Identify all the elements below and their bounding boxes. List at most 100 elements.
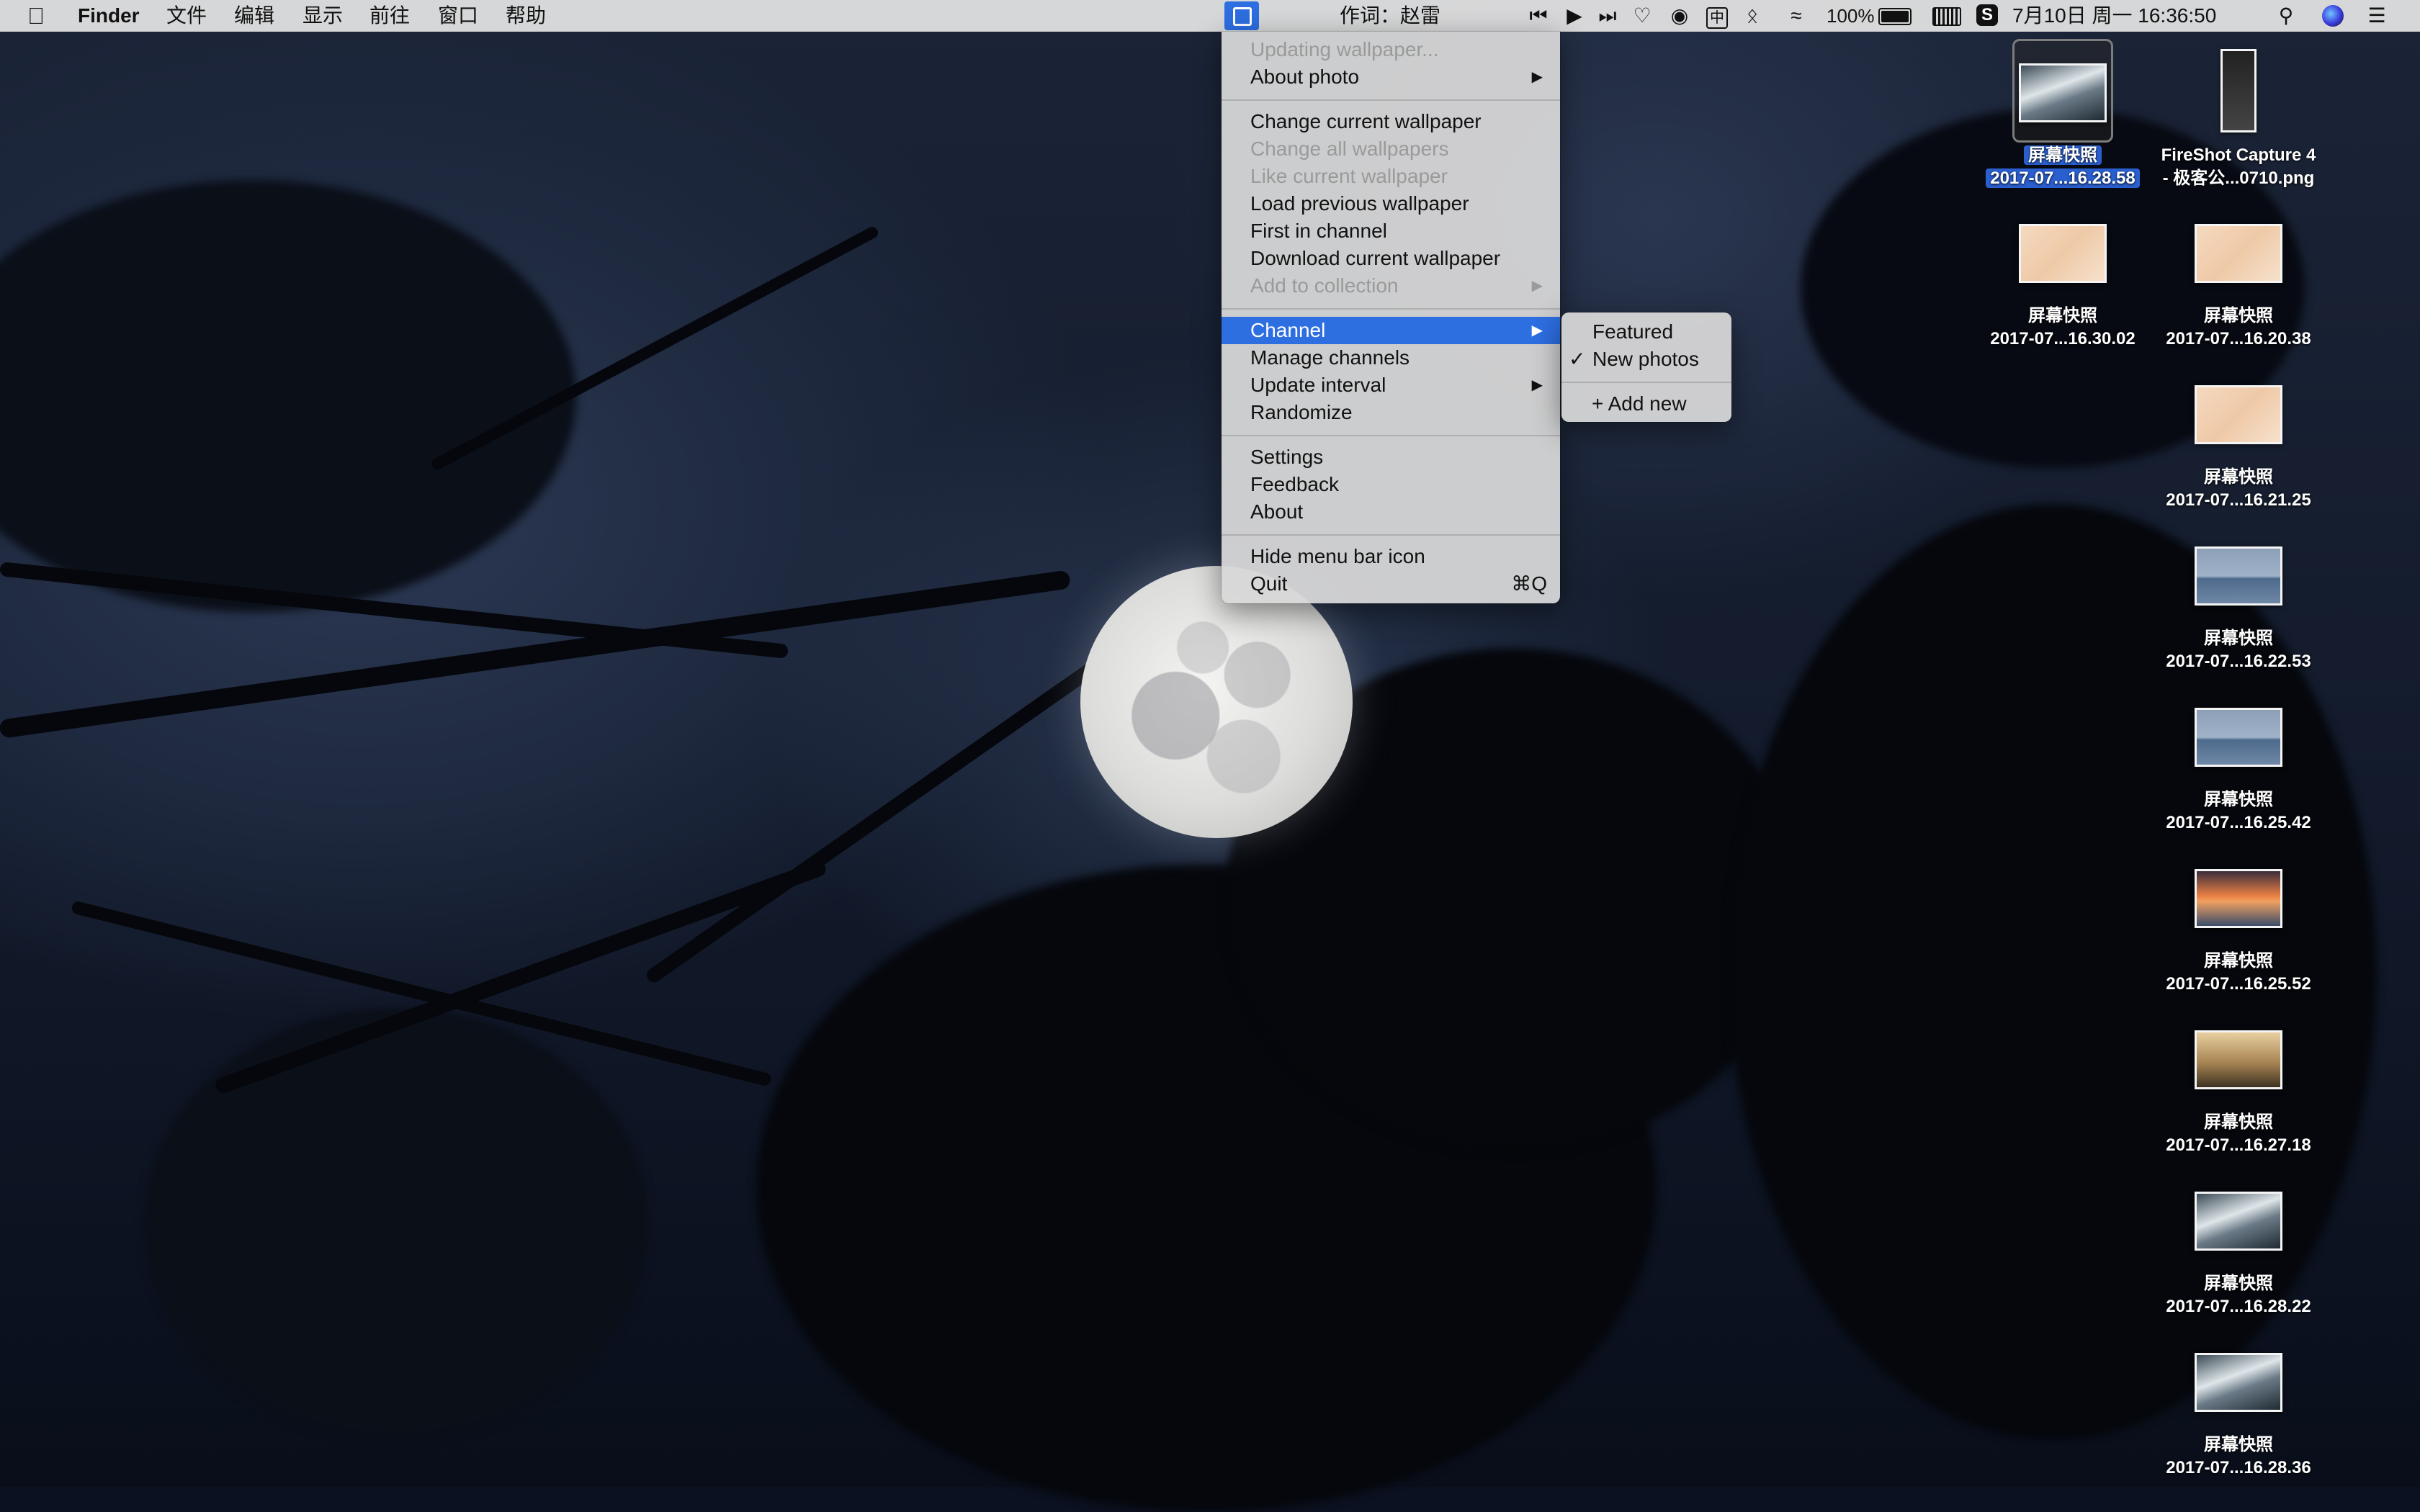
file-name-text: 2017-07...16.28.58 [1986,168,2140,188]
file-thumbnail [2195,224,2282,283]
menu-item-channel[interactable]: Channel ▶ [1222,317,1560,344]
menu-item-about[interactable]: About [1222,498,1560,526]
desktop-file-icon[interactable]: 屏幕快照 2017-07...16.28.22 [2152,1164,2325,1316]
menu-item-label: Randomize [1250,401,1353,423]
file-name-text: 2017-07...16.27.18 [2166,1135,2311,1155]
file-name-line1: 屏幕快照 [2152,305,2325,328]
channel-item-add-new[interactable]: + Add new [1561,390,1731,418]
desktop-file-icon[interactable]: 屏幕快照 2017-07...16.28.58 [1976,36,2149,190]
wifi-icon[interactable]: ≈ [1780,0,1812,32]
input-method-glyph: 中 [1706,7,1728,29]
file-name-text: 2017-07...16.22.53 [2166,652,2311,671]
wechat-icon[interactable]: ◉ [1664,0,1695,32]
menu-item-label: Hide menu bar icon [1250,545,1425,567]
file-name-line1: 屏幕快照 [2152,1111,2325,1134]
battery-level [1881,11,1909,22]
file-thumbnail [2195,1030,2282,1089]
menu-item-load-previous-wallpaper[interactable]: Load previous wallpaper [1222,190,1560,217]
menu-item-randomize[interactable]: Randomize [1222,399,1560,426]
file-name-line1: 屏幕快照 [2152,1272,2325,1295]
menu-item-label: Download current wallpaper [1250,247,1501,269]
datetime[interactable]: 7月10日 周一 16:36:50 [2012,0,2216,32]
desktop-file-icon[interactable]: 屏幕快照 2017-07...16.25.52 [2152,842,2325,996]
previous-track-icon[interactable]: ⏮ [1525,0,1551,32]
file-name-text: 屏幕快照 [2204,1435,2273,1454]
quit-shortcut: ⌘Q [1511,572,1547,595]
menu-item-feedback[interactable]: Feedback [1222,471,1560,498]
app-menu-finder[interactable]: Finder [78,0,140,32]
file-name-text: 2017-07...16.20.38 [2166,329,2311,348]
menu-item-first-in-channel[interactable]: First in channel [1222,217,1560,245]
menu-item-label: Like current wallpaper [1250,165,1448,187]
spotlight-search-icon[interactable]: ⚲ [2273,0,2299,32]
desktop-file-icon[interactable]: 屏幕快照 2017-07...16.22.53 [2152,519,2325,673]
menu-item-label: Add to collection [1250,274,1399,297]
file-name-text: 屏幕快照 [2204,1112,2273,1132]
file-name-line1: 屏幕快照 [2152,950,2325,973]
menu-item-label: Update interval [1250,374,1386,396]
file-name-text: 屏幕快照 [2024,145,2102,165]
menu-edit[interactable]: 编辑 [234,0,274,32]
file-name-line1: 屏幕快照 [1976,144,2149,167]
file-name-line2: 2017-07...16.28.58 [1976,167,2149,190]
apple-icon[interactable]:  [27,0,45,32]
menu-item-label: Quit [1250,572,1288,595]
file-thumbnail [2019,63,2107,122]
menu-separator [1222,308,1560,310]
menu-item-about-photo[interactable]: About photo ▶ [1222,63,1560,91]
file-name-line2: 2017-07...16.25.52 [2152,973,2325,996]
notification-center-icon[interactable]: ☰ [2362,0,2391,32]
desktop-file-icon[interactable]: 屏幕快照 2017-07...16.21.25 [2152,358,2325,512]
file-name-line1: 屏幕快照 [2152,466,2325,489]
menu-go[interactable]: 前往 [369,0,410,32]
desktop-file-icon[interactable]: 屏幕快照 2017-07...16.25.42 [2152,680,2325,832]
desktop-file-icon[interactable]: 屏幕快照 2017-07...16.20.38 [2152,197,2325,348]
battery-icon[interactable] [1878,8,1912,25]
channel-item-new-photos[interactable]: ✓ New photos [1561,346,1731,373]
menu-item-change-all-wallpapers: Change all wallpapers [1222,135,1560,163]
menu-item-download-current-wallpaper[interactable]: Download current wallpaper [1222,245,1560,272]
menu-file[interactable]: 文件 [166,0,207,32]
wallpaper-app-icon[interactable] [1224,1,1259,30]
file-name-line2: 2017-07...16.22.53 [2152,650,2325,673]
play-icon[interactable]: ▶ [1561,0,1587,32]
file-name-text: 屏幕快照 [2028,306,2097,325]
siri-icon[interactable] [2322,5,2344,27]
battery-percent[interactable]: 100% [1827,0,1875,32]
menu-item-label: Settings [1250,446,1324,468]
heart-icon[interactable]: ♡ [1629,0,1655,32]
menu-item-label: Updating wallpaper... [1250,38,1439,60]
menu-window[interactable]: 窗口 [438,0,478,32]
menu-view[interactable]: 显示 [302,0,343,32]
next-track-icon[interactable]: ⏭ [1595,0,1621,32]
desktop-file-icon[interactable]: 屏幕快照 2017-07...16.27.18 [2152,1003,2325,1157]
menu-item-label: About photo [1250,66,1360,88]
s-app-icon[interactable]: S [1976,4,1998,26]
menu-item-change-current-wallpaper[interactable]: Change current wallpaper [1222,108,1560,135]
menu-item-hide-menu-bar-icon[interactable]: Hide menu bar icon [1222,543,1560,570]
file-name-text: 2017-07...16.21.25 [2166,490,2311,510]
submenu-arrow-icon: ▶ [1531,323,1543,338]
menu-item-quit[interactable]: Quit ⌘Q [1222,570,1560,598]
menu-item-manage-channels[interactable]: Manage channels [1222,344,1560,372]
desktop-file-icon[interactable]: 屏幕快照 2017-07...16.30.02 [1976,197,2149,348]
channel-item-featured[interactable]: Featured [1561,318,1731,346]
file-name-line2: 2017-07...16.27.18 [2152,1134,2325,1157]
menu-item-add-to-collection: Add to collection ▶ [1222,272,1560,300]
menu-item-label: Change current wallpaper [1250,110,1482,132]
file-name-line1: 屏幕快照 [2152,627,2325,650]
file-thumbnail [2195,869,2282,928]
now-playing-text[interactable]: 作词：赵雷 [1340,0,1440,32]
input-method-icon[interactable]: 中 [1704,0,1730,32]
menu-item-settings[interactable]: Settings [1222,444,1560,471]
menu-item-label: + Add new [1592,392,1687,415]
file-thumbnail [2195,708,2282,767]
menu-item-update-interval[interactable]: Update interval ▶ [1222,372,1560,399]
desktop-file-icon[interactable]: 屏幕快照 2017-07...16.28.36 [2152,1326,2325,1477]
desktop-file-icon[interactable]: FireShot Capture 4 - 极客公...0710.png [2152,36,2325,188]
checkmark-icon: ✓ [1569,348,1586,370]
memory-icon[interactable] [1932,7,1961,26]
bluetooth-icon[interactable]: ᛟ [1742,0,1763,32]
file-name-line2: 2017-07...16.21.25 [2152,489,2325,512]
menu-help[interactable]: 帮助 [506,0,546,32]
